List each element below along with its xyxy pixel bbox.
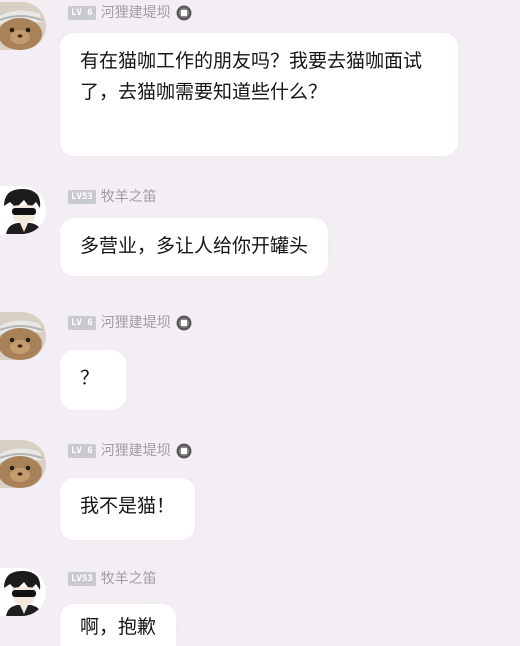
chat-message: LV 6 河狸建堤坝 ？ <box>0 310 520 420</box>
username[interactable]: 河狸建堤坝 <box>101 443 171 459</box>
chat-message: LV 6 河狸建堤坝 有在猫咖工作的朋友吗？我要去猫咖面试了，去猫咖需要知道些什… <box>0 0 520 168</box>
message-meta: LV53 牧羊之笛 <box>68 570 157 588</box>
message-bubble: 有在猫咖工作的朋友吗？我要去猫咖面试了，去猫咖需要知道些什么？ <box>60 33 458 156</box>
chat-message: LV 6 河狸建堤坝 我不是猫！ <box>0 438 520 548</box>
level-badge: LV 6 <box>68 316 96 330</box>
message-bubble: 我不是猫！ <box>60 478 196 540</box>
chat-message: LV53 牧羊之笛 多营业，多让人给你开罐头 <box>0 184 520 294</box>
level-badge: LV 6 <box>68 6 96 20</box>
message-bubble: 多营业，多让人给你开罐头 <box>60 218 329 276</box>
level-badge: LV53 <box>68 572 96 586</box>
message-meta: LV53 牧羊之笛 <box>68 188 157 206</box>
message-meta: LV 6 河狸建堤坝 <box>68 314 192 332</box>
medal-icon <box>176 315 192 331</box>
username[interactable]: 牧羊之笛 <box>101 189 157 205</box>
message-bubble: ？ <box>60 350 126 410</box>
medal-icon <box>176 5 192 21</box>
username[interactable]: 牧羊之笛 <box>101 571 157 587</box>
message-bubble: 啊，抱歉 <box>60 604 177 646</box>
cat-avatar-icon[interactable] <box>0 440 46 488</box>
cat-avatar-icon[interactable] <box>0 2 46 50</box>
username[interactable]: 河狸建堤坝 <box>101 315 171 331</box>
level-badge: LV 6 <box>68 444 96 458</box>
anime-boy-avatar-icon[interactable] <box>0 568 46 616</box>
level-badge: LV53 <box>68 190 96 204</box>
chat-message: LV53 牧羊之笛 啊，抱歉 <box>0 566 520 646</box>
message-meta: LV 6 河狸建堤坝 <box>68 4 192 22</box>
cat-avatar-icon[interactable] <box>0 312 46 360</box>
anime-boy-avatar-icon[interactable] <box>0 186 46 234</box>
medal-icon <box>176 443 192 459</box>
message-meta: LV 6 河狸建堤坝 <box>68 442 192 460</box>
username[interactable]: 河狸建堤坝 <box>101 5 171 21</box>
